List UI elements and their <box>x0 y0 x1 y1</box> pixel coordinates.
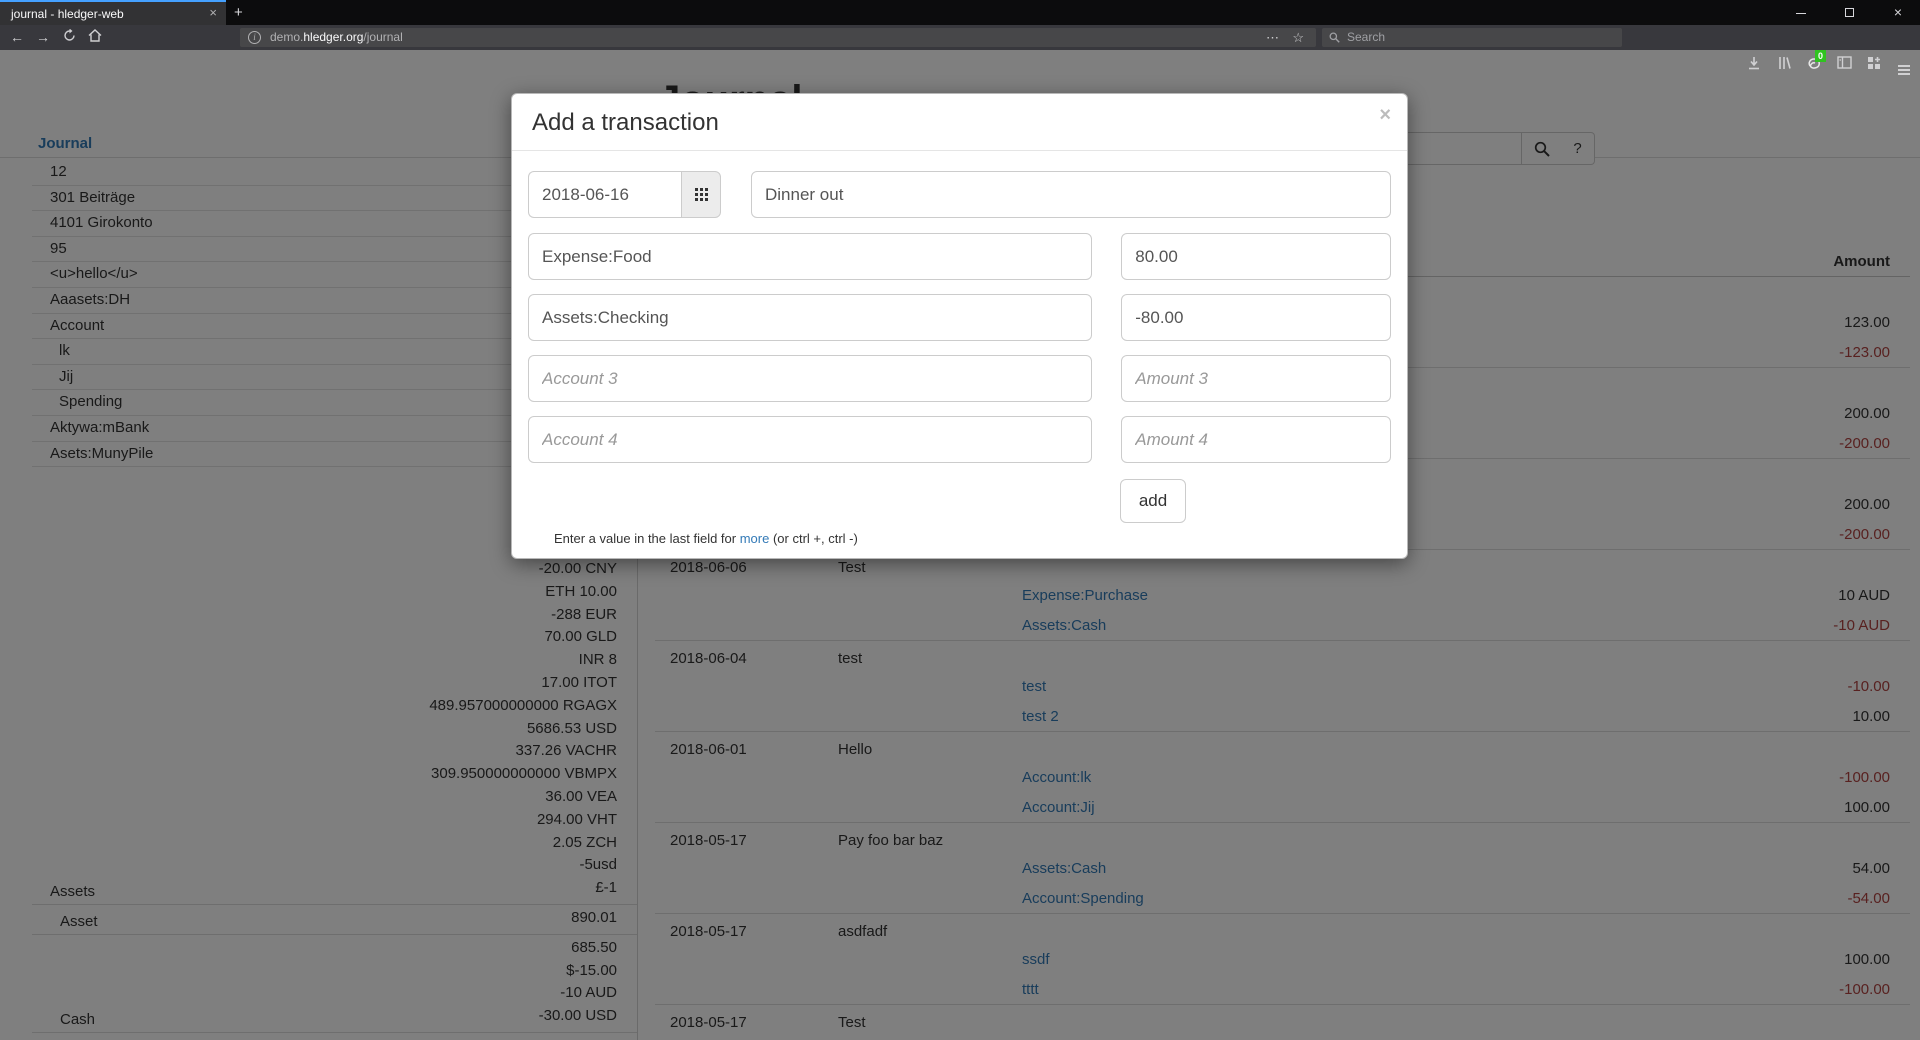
extension-icon[interactable]: 0 <box>1802 50 1826 75</box>
description-input[interactable] <box>751 171 1391 218</box>
add-transaction-modal: Add a transaction × add Enter a value in… <box>511 93 1408 559</box>
reload-icon[interactable] <box>58 25 80 50</box>
tab-title: journal - hledger-web <box>11 7 124 21</box>
account-3-input[interactable] <box>528 355 1092 402</box>
browser-titlebar: journal - hledger-web × + × <box>0 0 1920 25</box>
modal-header: Add a transaction × <box>512 94 1407 151</box>
back-icon[interactable]: ← <box>6 25 28 50</box>
url-text: demo.hledger.org/journal <box>270 28 403 47</box>
search-icon <box>1329 32 1340 43</box>
page-actions-icon[interactable]: ⋯ <box>1266 28 1280 47</box>
pocket-grid-icon[interactable] <box>1862 50 1886 75</box>
minimize-icon <box>1796 13 1806 14</box>
modal-title: Add a transaction <box>532 109 1387 137</box>
amount-3-input[interactable] <box>1121 355 1391 402</box>
amount-1-input[interactable] <box>1121 233 1391 280</box>
new-tab-button[interactable]: + <box>234 4 243 21</box>
account-2-input[interactable] <box>528 294 1092 341</box>
maximize-icon <box>1845 8 1854 17</box>
forward-icon[interactable]: → <box>32 25 54 50</box>
amount-2-input[interactable] <box>1121 294 1391 341</box>
modal-posting-row <box>528 294 1391 341</box>
site-info-icon[interactable]: i <box>248 31 261 44</box>
bookmark-star-icon[interactable]: ☆ <box>1292 28 1304 47</box>
modal-posting-row <box>528 233 1391 280</box>
close-window-button[interactable]: × <box>1876 0 1920 25</box>
home-icon[interactable] <box>84 25 106 50</box>
modal-hint: Enter a value in the last field for more… <box>554 531 1391 546</box>
date-picker-button[interactable] <box>681 171 721 218</box>
browser-window: journal - hledger-web × + × ← → i demo.h… <box>0 0 1920 1040</box>
add-button[interactable]: add <box>1120 479 1186 523</box>
modal-body: add Enter a value in the last field for … <box>512 151 1407 558</box>
browser-search-bar[interactable]: Search <box>1322 28 1622 47</box>
sidebar-toggle-icon[interactable] <box>1832 50 1856 75</box>
library-icon[interactable] <box>1772 50 1796 75</box>
modal-close-icon[interactable]: × <box>1379 104 1391 127</box>
calendar-grid-icon <box>695 188 708 201</box>
downloads-icon[interactable] <box>1742 50 1766 75</box>
search-placeholder: Search <box>1347 28 1385 47</box>
browser-tab[interactable]: journal - hledger-web × <box>0 0 226 25</box>
minimize-button[interactable] <box>1779 0 1823 25</box>
menu-icon[interactable] <box>1892 50 1916 75</box>
account-1-input[interactable] <box>528 233 1092 280</box>
more-link[interactable]: more <box>740 531 770 546</box>
browser-navbar: ← → i demo.hledger.org/journal ⋯ ☆ Searc… <box>0 25 1920 50</box>
modal-posting-row <box>528 416 1391 463</box>
window-controls: × <box>1779 0 1920 25</box>
maximize-button[interactable] <box>1828 0 1872 25</box>
address-bar[interactable]: i demo.hledger.org/journal ⋯ ☆ <box>240 28 1316 47</box>
date-input[interactable] <box>528 171 681 218</box>
account-4-input[interactable] <box>528 416 1092 463</box>
tab-close-icon[interactable]: × <box>209 5 217 20</box>
amount-4-input[interactable] <box>1121 416 1391 463</box>
modal-posting-row <box>528 355 1391 402</box>
extension-badge: 0 <box>1815 50 1826 62</box>
